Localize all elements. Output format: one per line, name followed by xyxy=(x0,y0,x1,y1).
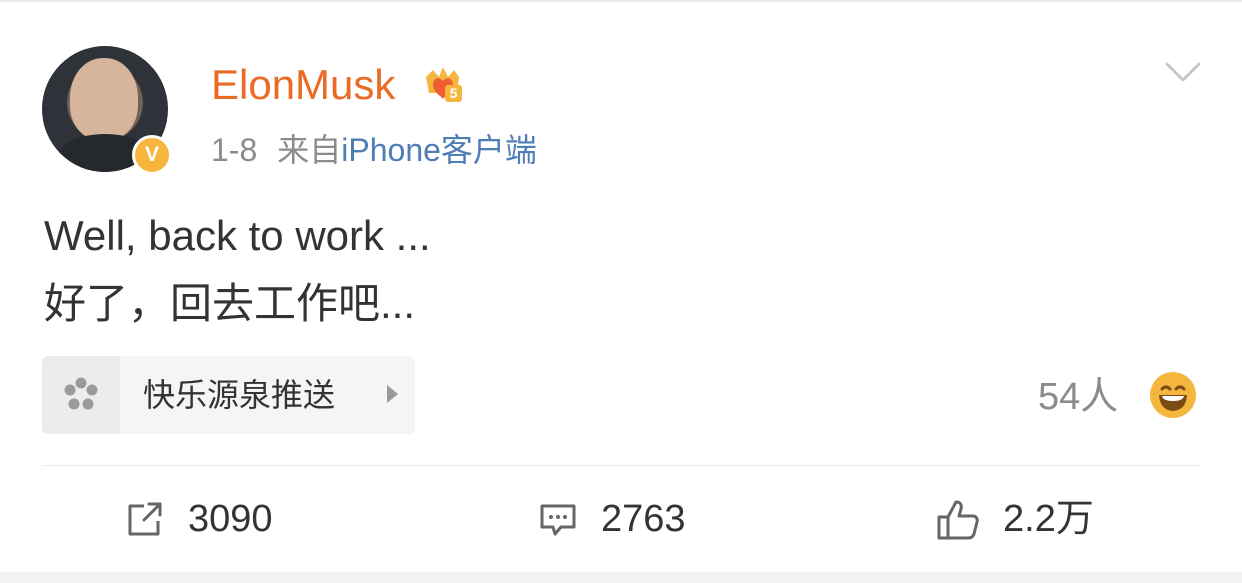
post-text-chinese: 好了，回去工作吧... xyxy=(44,280,416,327)
comment-icon xyxy=(540,504,576,536)
membership-level: 5 xyxy=(450,85,458,101)
grinning-emoji-icon[interactable] xyxy=(1149,371,1197,419)
promotion-card[interactable]: 快乐源泉推送 xyxy=(42,356,415,434)
forward-icon xyxy=(128,502,162,536)
reaction-count[interactable]: 54人 xyxy=(1038,374,1118,420)
chevron-down-icon[interactable] xyxy=(1165,60,1201,86)
post-time: 1-8 xyxy=(211,132,258,168)
feed-gap xyxy=(0,572,1242,583)
crown-icon: 5 xyxy=(426,67,462,102)
actions-divider xyxy=(42,465,1200,466)
author-name[interactable]: ElonMusk xyxy=(211,60,395,110)
post-text-english: Well, back to work ... xyxy=(44,212,431,259)
chevron-right-icon xyxy=(387,385,398,403)
promotion-label: 快乐源泉推送 xyxy=(143,377,336,413)
flower-icon xyxy=(64,377,98,410)
like-count: 2.2万 xyxy=(1003,498,1094,540)
like-button[interactable]: 2.2万 xyxy=(935,491,1094,547)
comment-count: 2763 xyxy=(601,498,686,540)
promotion-icon-box xyxy=(42,356,120,434)
post-meta: 1-8 来自iPhone客户端 xyxy=(211,130,537,170)
thumb-up-icon xyxy=(937,500,979,540)
forward-count: 3090 xyxy=(188,498,273,540)
forward-button[interactable]: 3090 xyxy=(124,491,273,547)
source-link[interactable]: iPhone客户端 xyxy=(341,132,537,168)
comment-button[interactable]: 2763 xyxy=(537,491,686,547)
weibo-post-card: V ElonMusk 5 1-8 来自iPhone客户端 Well, back t… xyxy=(0,0,1242,572)
verified-badge: V xyxy=(132,135,172,175)
source-prefix: 来自 xyxy=(277,132,342,168)
